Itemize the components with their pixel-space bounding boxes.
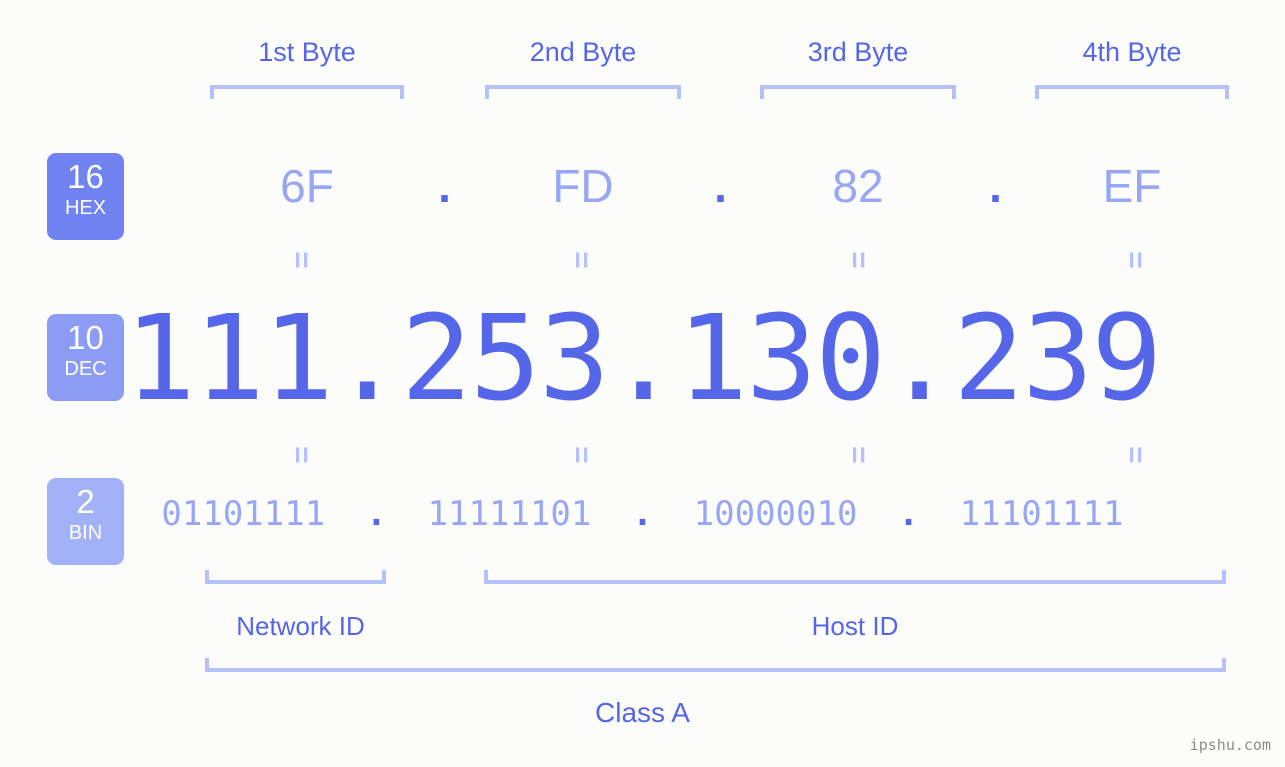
- bin-value-byte-1: 01101111: [161, 494, 326, 534]
- bin-separator-1: .: [325, 494, 428, 534]
- equals-icon-dec-bin-3: =: [842, 446, 875, 464]
- byte-header-3: 3rd Byte: [807, 37, 909, 67]
- site-watermark: ipshu.com: [1189, 736, 1271, 754]
- hex-separator-1: .: [438, 160, 451, 212]
- network-id-bracket: [205, 570, 386, 584]
- class-label: Class A: [595, 697, 690, 728]
- base-badge-hex-name: HEX: [64, 197, 107, 219]
- equals-icon-hex-dec-2: =: [565, 251, 598, 269]
- bin-value-byte-4: 11101111: [959, 494, 1124, 534]
- bin-separator-3: .: [857, 494, 960, 534]
- byte-bracket-2: [485, 85, 681, 99]
- hex-separator-3: .: [989, 160, 1002, 212]
- host-id-bracket: [484, 570, 1226, 584]
- equals-icon-dec-bin-1: =: [285, 446, 318, 464]
- byte-bracket-1: [210, 85, 404, 99]
- ip-breakdown-canvas: 1st Byte 2nd Byte 3rd Byte 4th Byte 16 H…: [0, 0, 1285, 767]
- base-badge-hex: 16 HEX: [47, 153, 124, 240]
- hex-value-byte-3: 82: [832, 160, 884, 212]
- bin-separator-2: .: [591, 494, 694, 534]
- hex-value-byte-4: EF: [1102, 160, 1162, 212]
- byte-header-2: 2nd Byte: [529, 37, 637, 67]
- bin-value-byte-3: 10000010: [693, 494, 858, 534]
- hex-value-byte-1: 6F: [280, 160, 334, 212]
- class-bracket: [205, 658, 1226, 672]
- hex-value-byte-2: FD: [552, 160, 614, 212]
- base-badge-hex-number: 16: [67, 158, 104, 195]
- equals-icon-hex-dec-1: =: [285, 251, 318, 269]
- hex-separator-2: .: [714, 160, 727, 212]
- host-id-label: Host ID: [811, 611, 899, 641]
- binary-ip-address: 01101111 . 11111101 . 10000010 . 1110111…: [0, 492, 1285, 536]
- byte-header-1: 1st Byte: [258, 37, 356, 67]
- byte-header-4: 4th Byte: [1082, 37, 1182, 67]
- equals-icon-dec-bin-4: =: [1119, 446, 1152, 464]
- equals-icon-hex-dec-4: =: [1119, 251, 1152, 269]
- equals-icon-hex-dec-3: =: [842, 251, 875, 269]
- bin-value-byte-2: 11111101: [427, 494, 592, 534]
- decimal-ip-address: 111.253.130.239: [124, 289, 1163, 427]
- equals-icon-dec-bin-2: =: [565, 446, 598, 464]
- byte-bracket-3: [760, 85, 956, 99]
- byte-bracket-4: [1035, 85, 1229, 99]
- network-id-label: Network ID: [236, 611, 365, 641]
